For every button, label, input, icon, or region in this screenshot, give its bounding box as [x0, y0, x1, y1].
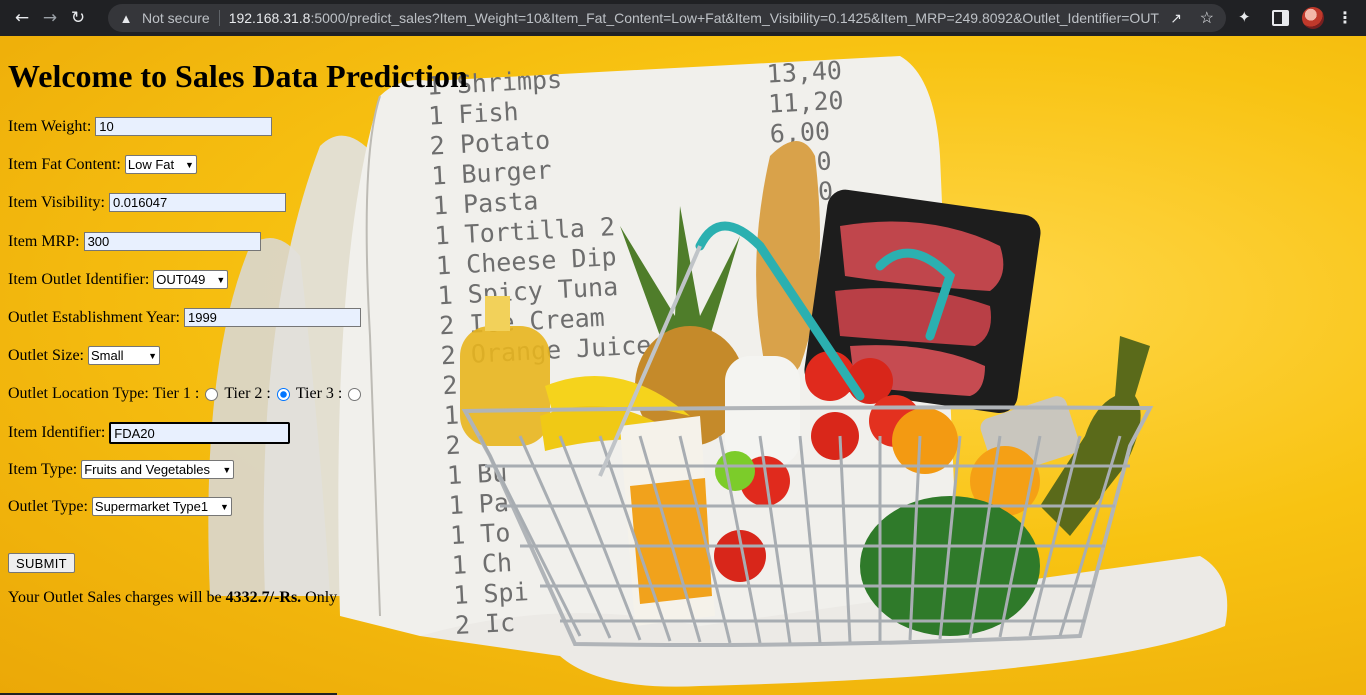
- kebab-menu-icon[interactable]: ⋮: [1337, 8, 1353, 27]
- browser-toolbar: ← → ↻ ▲ Not secure 192.168.31.8:5000/pre…: [0, 0, 1366, 36]
- outlet-size-label: Outlet Size:: [8, 346, 84, 364]
- address-bar[interactable]: ▲ Not secure 192.168.31.8:5000/predict_s…: [108, 4, 1226, 32]
- receipt-line: 1 To: [449, 518, 511, 550]
- receipt-line: 2: [442, 371, 459, 401]
- outlet-size-value: Small: [90, 348, 124, 363]
- item-type-select[interactable]: Fruits and Vegetables ▼: [81, 460, 235, 479]
- side-panel-icon[interactable]: [1272, 10, 1289, 26]
- item-fat-content-value: Low Fat: [127, 157, 175, 172]
- item-identifier-row: Item Identifier: FDA20: [8, 422, 291, 444]
- establishment-year-row: Outlet Establishment Year: 1999: [8, 308, 361, 327]
- page-title: Welcome to Sales Data Prediction: [8, 58, 468, 94]
- item-type-row: Item Type: Fruits and Vegetables ▼: [8, 460, 235, 479]
- establishment-year-label: Outlet Establishment Year:: [8, 308, 180, 326]
- item-type-label: Item Type:: [8, 460, 78, 478]
- outlet-identifier-row: Item Outlet Identifier: OUT049 ▼: [8, 270, 229, 289]
- item-fat-content-row: Item Fat Content: Low Fat ▼: [8, 155, 197, 174]
- security-label[interactable]: Not secure: [142, 10, 210, 26]
- receipt-line: 1 Fish: [428, 97, 520, 131]
- result-amount: 4332.7/-Rs.: [225, 589, 302, 606]
- outlet-identifier-label: Item Outlet Identifier:: [8, 270, 150, 288]
- outlet-identifier-value: OUT049: [156, 272, 206, 287]
- outlet-type-label: Outlet Type:: [8, 497, 88, 515]
- outlet-size-row: Outlet Size: Small ▼: [8, 346, 160, 365]
- item-visibility-row: Item Visibility: 0.016047: [8, 193, 286, 212]
- outlet-identifier-select[interactable]: OUT049 ▼: [153, 270, 229, 289]
- receipt-line: 1: [443, 401, 460, 431]
- tier-1-label: Tier 1 :: [152, 385, 200, 402]
- receipt-price: 13,40: [766, 56, 843, 89]
- chevron-down-icon: ▼: [184, 159, 194, 170]
- url-text[interactable]: 192.168.31.8:5000/predict_sales?Item_Wei…: [229, 10, 1159, 26]
- warning-icon[interactable]: ▲: [118, 11, 134, 26]
- item-mrp-input[interactable]: 300: [83, 232, 261, 251]
- receipt-line: 1 Pasta: [432, 186, 539, 220]
- result-prefix: Your Outlet Sales charges will be: [8, 589, 226, 606]
- item-weight-input[interactable]: 10: [95, 117, 273, 136]
- page-body: 1 Shrimps 1 Fish 2 Potato 1 Burger 1 Pasta 1 …: [0, 36, 1366, 695]
- item-mrp-row: Item MRP: 300: [8, 232, 261, 251]
- item-visibility-label: Item Visibility:: [8, 193, 105, 211]
- item-fat-content-select[interactable]: Low Fat ▼: [124, 155, 197, 174]
- item-type-value: Fruits and Vegetables: [84, 462, 210, 477]
- profile-avatar[interactable]: [1302, 7, 1324, 29]
- item-identifier-label: Item Identifier:: [8, 424, 106, 441]
- item-mrp-label: Item MRP:: [8, 232, 80, 250]
- outlet-type-select[interactable]: Supermarket Type1 ▼: [91, 497, 232, 516]
- item-fat-content-label: Item Fat Content:: [8, 155, 121, 173]
- item-identifier-input[interactable]: FDA20: [109, 422, 291, 444]
- receipt-line: 1 Ch: [451, 548, 513, 580]
- share-icon[interactable]: ↗: [1170, 10, 1182, 27]
- location-type-label: Outlet Location Type:: [8, 385, 149, 402]
- receipt-line: 1 Pa: [448, 488, 510, 520]
- establishment-year-input[interactable]: 1999: [183, 308, 361, 327]
- receipt-line: 1 Spi: [453, 577, 530, 610]
- outlet-size-select[interactable]: Small ▼: [87, 346, 160, 365]
- chevron-down-icon: ▼: [216, 274, 226, 285]
- outlet-type-value: Supermarket Type1: [94, 499, 209, 514]
- url-path: :5000/predict_sales?Item_Weight=10&Item_…: [310, 10, 1159, 26]
- chevron-down-icon: ▼: [219, 501, 229, 512]
- tier-3-label: Tier 3 :: [295, 385, 343, 402]
- item-weight-row: Item Weight: 10: [8, 117, 273, 136]
- chevron-down-icon: ▼: [222, 464, 232, 475]
- separator: [218, 10, 220, 26]
- receipt-price: 11,20: [768, 86, 845, 119]
- outlet-type-row: Outlet Type: Supermarket Type1 ▼: [8, 497, 232, 516]
- tier-2-label: Tier 2 :: [224, 385, 271, 402]
- item-visibility-input[interactable]: 0.016047: [108, 193, 286, 212]
- url-host: 192.168.31.8: [228, 10, 311, 26]
- location-type-row: Outlet Location Type: Tier 1 : Tier 2 : …: [8, 385, 367, 403]
- back-arrow-icon[interactable]: ←: [8, 4, 36, 32]
- submit-row: SUBMIT: [8, 553, 75, 573]
- reload-icon[interactable]: ↻: [64, 4, 92, 32]
- result-text: Your Outlet Sales charges will be 4332.7…: [8, 589, 337, 607]
- chevron-down-icon: ▼: [148, 350, 157, 361]
- prediction-form: Welcome to Sales Data Prediction Item We…: [8, 36, 568, 606]
- tier-2-radio[interactable]: [276, 387, 290, 401]
- submit-button[interactable]: SUBMIT: [8, 553, 75, 573]
- tier-3-radio[interactable]: [348, 387, 362, 401]
- tier-1-radio[interactable]: [205, 387, 219, 401]
- receipt-line: 2: [445, 430, 462, 460]
- item-weight-label: Item Weight:: [8, 117, 92, 135]
- bookmark-star-icon[interactable]: ☆: [1200, 8, 1214, 28]
- receipt-line: 2 Ic: [454, 608, 516, 640]
- extensions-puzzle-icon[interactable]: ✦: [1238, 8, 1251, 26]
- result-suffix: Only: [301, 589, 338, 606]
- forward-arrow-icon[interactable]: →: [36, 4, 64, 32]
